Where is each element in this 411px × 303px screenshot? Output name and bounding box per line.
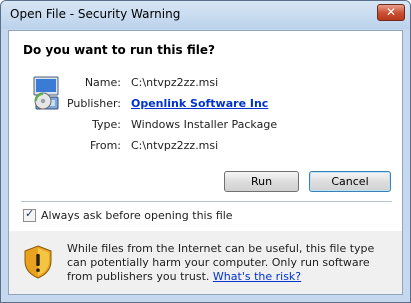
window-title: Open File - Security Warning (10, 7, 181, 21)
name-value: C:\ntvpz2zz.msi (131, 76, 219, 89)
close-button[interactable]: ✕ (377, 4, 405, 21)
always-ask-checkbox[interactable]: ✓ (23, 207, 36, 222)
warning-panel: While files from the Internet can be use… (9, 231, 402, 294)
from-label: From: (90, 139, 121, 152)
dialog-body: Do you want to run this file? Name: C:\n… (8, 30, 403, 295)
warning-text: While files from the Internet can be use… (67, 242, 387, 284)
from-value: C:\ntvpz2zz.msi (131, 139, 219, 152)
security-warning-dialog: Open File - Security Warning ✕ Do you wa… (0, 0, 411, 303)
separator (21, 201, 392, 203)
type-value: Windows Installer Package (131, 118, 278, 131)
cancel-button[interactable]: Cancel (309, 171, 391, 192)
always-ask-label[interactable]: Always ask before opening this file (41, 209, 233, 222)
whats-the-risk-link[interactable]: What's the risk? (213, 270, 301, 283)
publisher-label: Publisher: (66, 97, 121, 110)
title-bar[interactable]: Open File - Security Warning ✕ (1, 1, 410, 29)
run-button[interactable]: Run (224, 171, 299, 192)
dialog-question: Do you want to run this file? (23, 43, 215, 57)
shield-warning-icon (24, 245, 52, 279)
type-label: Type: (92, 118, 121, 131)
close-icon: ✕ (385, 5, 397, 19)
name-label: Name: (84, 76, 121, 89)
checkmark-icon: ✓ (25, 207, 35, 220)
publisher-link[interactable]: Openlink Software Inc (131, 97, 268, 110)
